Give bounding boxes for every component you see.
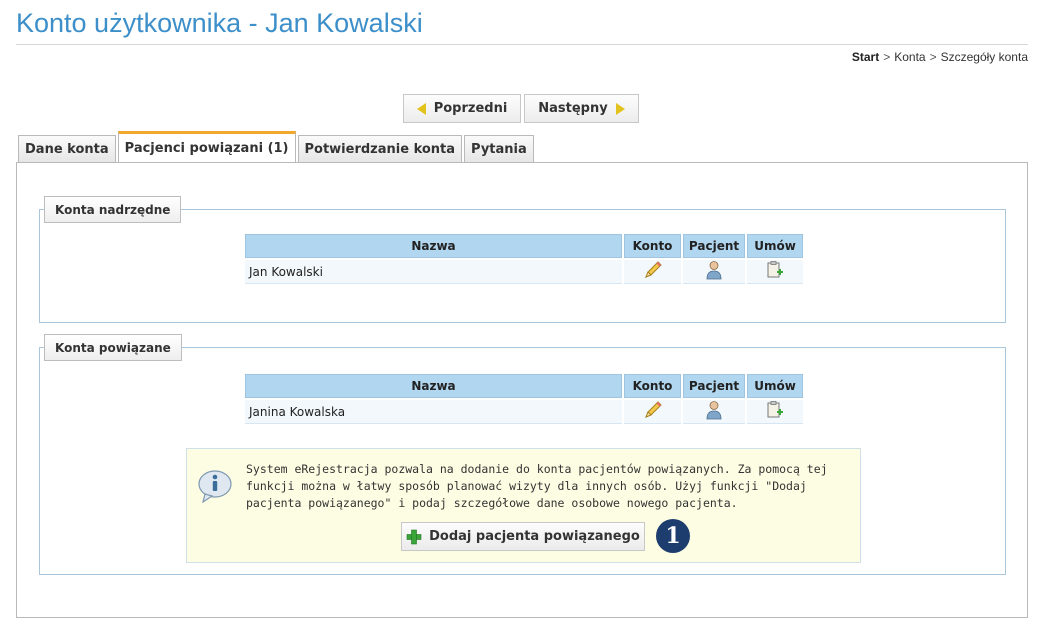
pencil-icon <box>644 261 662 278</box>
step-number-badge: 1 <box>656 519 690 553</box>
parent-accounts-section: Konta nadrzędne Nazwa Konto Pacjent Umów… <box>39 196 1006 323</box>
next-button[interactable]: Następny <box>524 94 639 123</box>
patient-icon <box>706 261 722 280</box>
tab-bar: Dane konta Pacjenci powiązani (1) Potwie… <box>18 131 534 162</box>
breadcrumb-start[interactable]: Start <box>852 50 879 64</box>
section-legend: Konta powiązane <box>44 334 182 361</box>
pencil-icon <box>644 401 662 418</box>
info-box: System eRejestracja pozwala na dodanie d… <box>186 448 861 563</box>
column-header-nazwa: Nazwa <box>245 374 622 398</box>
column-header-nazwa: Nazwa <box>245 234 622 258</box>
tab-dane-konta[interactable]: Dane konta <box>18 135 116 162</box>
edit-account-button[interactable] <box>624 260 681 284</box>
title-divider <box>16 44 1028 45</box>
column-header-pacjent: Pacjent <box>683 234 745 258</box>
breadcrumb: Start > Konta > Szczegóły konta <box>851 50 1028 64</box>
column-header-konto: Konto <box>624 374 681 398</box>
tab-panel: Konta nadrzędne Nazwa Konto Pacjent Umów… <box>16 162 1028 618</box>
edit-account-button[interactable] <box>624 400 681 424</box>
patient-icon <box>706 401 722 420</box>
column-header-umow: Umów <box>747 234 803 258</box>
arrow-right-icon <box>615 102 625 115</box>
book-appointment-button[interactable] <box>747 400 803 424</box>
patient-button[interactable] <box>683 400 745 424</box>
linked-accounts-table: Nazwa Konto Pacjent Umów Janina Kowalska <box>243 372 805 426</box>
tab-pytania[interactable]: Pytania <box>464 135 534 162</box>
section-legend: Konta nadrzędne <box>44 196 182 223</box>
table-row: Jan Kowalski <box>245 260 803 284</box>
account-name: Janina Kowalska <box>245 400 622 424</box>
plus-icon <box>406 529 422 544</box>
column-header-pacjent: Pacjent <box>683 374 745 398</box>
table-row: Janina Kowalska <box>245 400 803 424</box>
tab-potwierdzanie-konta[interactable]: Potwierdzanie konta <box>297 135 463 162</box>
linked-accounts-section: Konta powiązane Nazwa Konto Pacjent Umów… <box>39 334 1006 575</box>
previous-button[interactable]: Poprzedni <box>403 94 521 123</box>
tab-pacjenci-powiazani[interactable]: Pacjenci powiązani (1) <box>117 131 296 162</box>
add-linked-patient-button[interactable]: Dodaj pacjenta powiązanego <box>401 522 645 551</box>
info-text: System eRejestracja pozwala na dodanie d… <box>246 462 828 510</box>
arrow-left-icon <box>416 102 426 115</box>
column-header-konto: Konto <box>624 234 681 258</box>
page-title: Konto użytkownika - Jan Kowalski <box>16 8 423 38</box>
parent-accounts-table: Nazwa Konto Pacjent Umów Jan Kowalski <box>243 232 805 286</box>
appointment-add-icon <box>767 401 783 418</box>
column-header-umow: Umów <box>747 374 803 398</box>
patient-button[interactable] <box>683 260 745 284</box>
info-icon <box>198 470 232 503</box>
breadcrumb-current: Szczegóły konta <box>940 50 1028 64</box>
appointment-add-icon <box>767 261 783 278</box>
breadcrumb-konta[interactable]: Konta <box>894 50 925 64</box>
book-appointment-button[interactable] <box>747 260 803 284</box>
account-name: Jan Kowalski <box>245 260 622 284</box>
